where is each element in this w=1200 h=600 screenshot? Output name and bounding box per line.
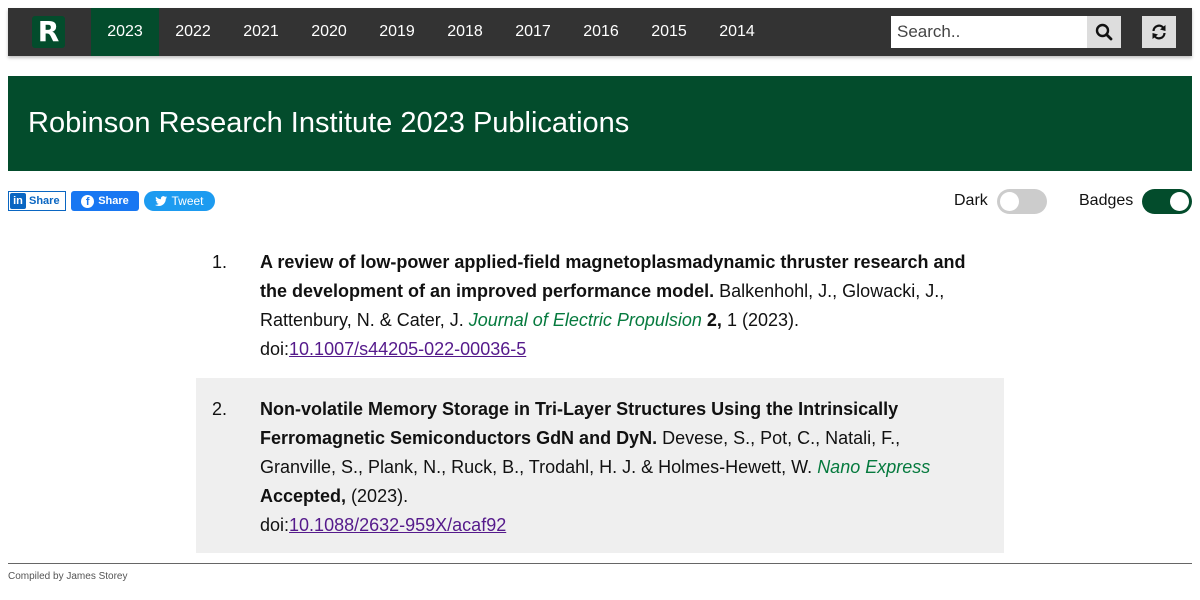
doi-prefix: doi: [260, 515, 290, 535]
page-banner: Robinson Research Institute 2023 Publica… [8, 76, 1192, 171]
badges-toggle[interactable] [1142, 189, 1192, 214]
footer-divider [8, 563, 1192, 564]
doi-link[interactable]: 10.1007/s44205-022-00036-5 [289, 339, 526, 359]
doi-prefix: doi: [260, 339, 290, 359]
share-buttons: in Share f Share Tweet [8, 191, 215, 211]
doi-link[interactable]: 10.1088/2632-959X/acaf92 [289, 515, 506, 535]
facebook-share-button[interactable]: f Share [71, 191, 139, 211]
tweet-label: Tweet [171, 194, 204, 208]
badges-label: Badges [1079, 192, 1134, 209]
facebook-share-label: Share [98, 195, 129, 207]
year-tab-2020[interactable]: 2020 [295, 8, 363, 56]
search-button[interactable] [1087, 16, 1121, 48]
year-tab-2014[interactable]: 2014 [703, 8, 771, 56]
publication-body: Non-volatile Memory Storage in Tri-Layer… [260, 395, 970, 540]
dark-mode-toggle[interactable] [997, 189, 1047, 214]
year-tab-2022[interactable]: 2022 [159, 8, 227, 56]
publication-body: A review of low-power applied-field magn… [260, 248, 970, 364]
publication-item: 1. A review of low-power applied-field m… [196, 248, 1004, 364]
year-tab-2015[interactable]: 2015 [635, 8, 703, 56]
year-tab-2019[interactable]: 2019 [363, 8, 431, 56]
publication-volume: 2, [706, 310, 722, 330]
publication-journal: Nano Express [817, 457, 931, 477]
year-tab-2023[interactable]: 2023 [91, 8, 159, 56]
publication-issue-year: (2023). [351, 486, 409, 506]
facebook-icon: f [81, 194, 95, 208]
year-tab-2016[interactable]: 2016 [567, 8, 635, 56]
year-tab-2017[interactable]: 2017 [499, 8, 567, 56]
publication-volume: Accepted, [260, 486, 347, 506]
tweet-button[interactable]: Tweet [144, 191, 215, 211]
search-icon [1095, 23, 1113, 41]
toggle-knob [1000, 192, 1019, 211]
publication-journal: Journal of Electric Propulsion [468, 310, 702, 330]
search-input[interactable] [891, 16, 1081, 48]
linkedin-share-label: Share [29, 195, 60, 207]
publication-number: 1. [212, 252, 228, 272]
publication-issue-year: 1 (2023). [726, 310, 799, 330]
refresh-icon [1152, 24, 1166, 40]
dark-mode-label: Dark [954, 192, 988, 209]
year-tab-2021[interactable]: 2021 [227, 8, 295, 56]
toggle-knob [1170, 192, 1189, 211]
refresh-button[interactable] [1142, 16, 1176, 48]
year-tab-2018[interactable]: 2018 [431, 8, 499, 56]
publication-number: 2. [212, 399, 228, 419]
search-box [891, 16, 1121, 48]
linkedin-share-button[interactable]: in Share [8, 191, 66, 211]
page-title: Robinson Research Institute 2023 Publica… [28, 107, 630, 139]
footer-credit: Compiled by James Storey [8, 571, 128, 582]
publication-item: 2. Non-volatile Memory Storage in Tri-La… [196, 378, 1004, 553]
top-navbar: R 2023 2022 2021 2020 2019 2018 2017 201… [8, 8, 1192, 56]
linkedin-icon: in [10, 193, 26, 209]
logo[interactable]: R [32, 16, 65, 48]
twitter-bird-icon [155, 196, 168, 206]
year-nav: 2023 2022 2021 2020 2019 2018 2017 2016 … [91, 8, 771, 56]
